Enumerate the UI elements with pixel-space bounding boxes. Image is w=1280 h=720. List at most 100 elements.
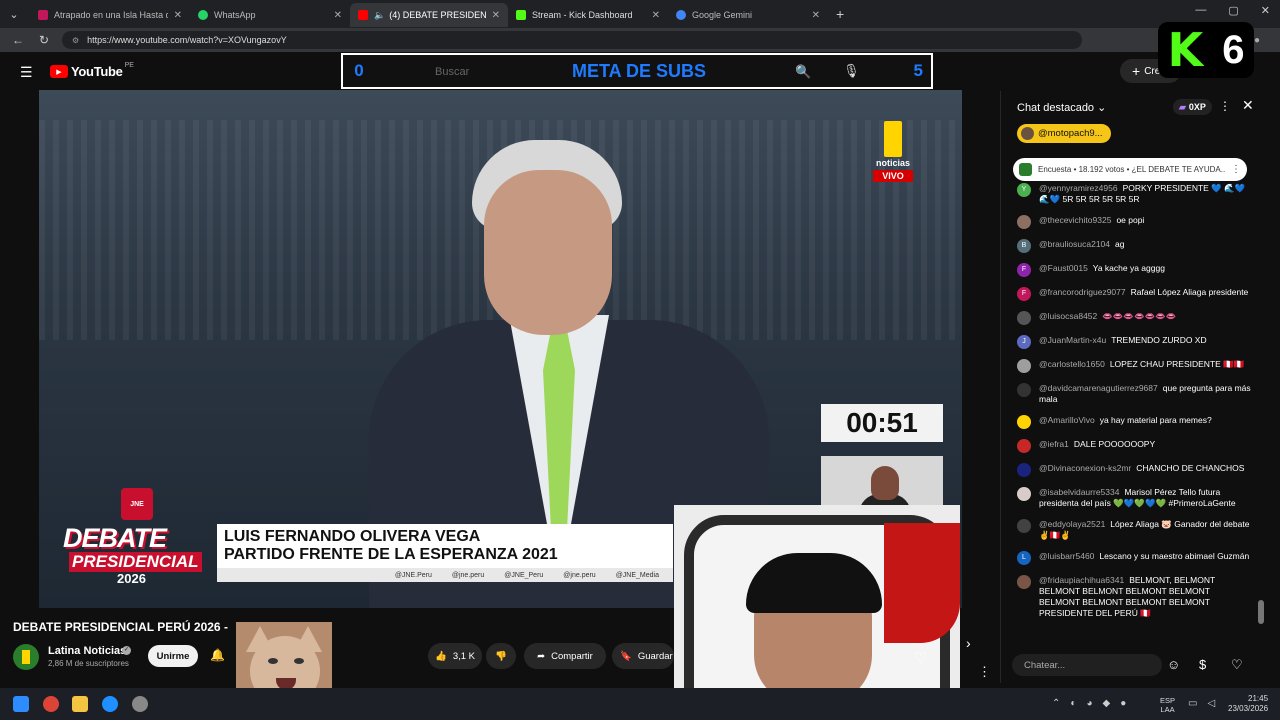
tray-app-icon[interactable]: ◆ bbox=[1102, 698, 1110, 709]
volume-icon[interactable]: ◁ bbox=[1207, 698, 1215, 709]
windows-start-icon[interactable] bbox=[13, 696, 29, 712]
search-icon[interactable]: 🔍 bbox=[795, 64, 811, 80]
avatar[interactable] bbox=[1017, 215, 1031, 229]
browser-tab-4[interactable]: Stream - Kick Dashboard ✕ bbox=[508, 3, 668, 27]
browser-tab-5[interactable]: Google Gemini ✕ bbox=[668, 3, 828, 27]
close-window-icon[interactable]: ✕ bbox=[1261, 4, 1270, 17]
url-field[interactable]: ⚙ https://www.youtube.com/watch?v=XOVung… bbox=[62, 31, 1082, 49]
chat-author[interactable]: @isabelvidaurre5334 bbox=[1039, 487, 1119, 497]
more-options-icon[interactable]: ⋮ bbox=[978, 664, 991, 680]
poll-banner[interactable]: Encuesta • 18.192 votos • ¿EL DEBATE TE … bbox=[1013, 158, 1247, 181]
avatar[interactable]: B bbox=[1017, 239, 1031, 253]
avatar[interactable] bbox=[1017, 575, 1031, 589]
browser-tab-3[interactable]: 🔈 (4) DEBATE PRESIDENCIAL PE ✕ bbox=[350, 3, 508, 27]
xp-badge[interactable]: ▰ 0XP bbox=[1173, 99, 1212, 115]
chat-mode-selector[interactable]: Chat destacado ⌄ bbox=[1017, 101, 1106, 114]
window-controls: — ▢ ✕ bbox=[1195, 4, 1270, 17]
site-info-icon[interactable]: ⚙ bbox=[72, 36, 79, 45]
youtube-logo[interactable]: ▶ YouTube PE bbox=[50, 62, 134, 79]
like-button[interactable]: 👍 3,1 K bbox=[428, 643, 482, 669]
network-icon[interactable]: ▭ bbox=[1188, 698, 1197, 709]
super-chat-icon[interactable]: $ bbox=[1199, 657, 1206, 672]
microphone-icon[interactable]: 🎙 bbox=[843, 63, 860, 79]
chat-author[interactable]: @carlostello1650 bbox=[1039, 359, 1105, 369]
avatar[interactable] bbox=[1017, 359, 1031, 373]
chat-input[interactable]: Chatear... bbox=[1012, 654, 1162, 676]
emoji-icon[interactable]: ☺ bbox=[1167, 657, 1180, 672]
chat-author[interactable]: @brauliosuca2104 bbox=[1039, 239, 1110, 249]
chat-author[interactable]: @davidcamarenagutierrez9687 bbox=[1039, 383, 1158, 393]
dislike-button[interactable]: 👎 bbox=[486, 643, 516, 669]
candidate-lower-third: LUIS FERNANDO OLIVERA VEGA PARTIDO FRENT… bbox=[217, 524, 673, 582]
back-arrow-icon[interactable]: ← bbox=[10, 33, 26, 47]
share-button[interactable]: ➦ Compartir bbox=[524, 643, 606, 669]
chat-author[interactable]: @luisocsa8452 bbox=[1039, 311, 1097, 321]
chat-scrollbar[interactable] bbox=[1258, 160, 1264, 630]
new-tab-plus-icon[interactable]: + bbox=[836, 6, 844, 22]
speaker-icon[interactable]: 🔈 bbox=[374, 10, 385, 21]
close-icon[interactable]: ✕ bbox=[1242, 97, 1254, 114]
avatar[interactable]: J bbox=[1017, 335, 1031, 349]
extension-icon[interactable]: ● bbox=[1254, 35, 1260, 46]
microphone-icon[interactable]: ● bbox=[1120, 698, 1126, 709]
moderator-inset bbox=[821, 456, 943, 508]
chat-author[interactable]: @luisbarr5460 bbox=[1039, 551, 1094, 561]
browser-tab-1[interactable]: Atrapado en una Isla Hasta que C ✕ bbox=[30, 3, 190, 27]
jne-logo: JNE bbox=[121, 488, 153, 520]
close-icon[interactable]: ✕ bbox=[812, 10, 820, 21]
chat-author[interactable]: @iefra1 bbox=[1039, 439, 1069, 449]
close-icon[interactable]: ✕ bbox=[174, 10, 182, 21]
avatar[interactable]: L bbox=[1017, 551, 1031, 565]
chrome-icon[interactable] bbox=[43, 696, 59, 712]
app-icon[interactable] bbox=[132, 696, 148, 712]
browser-tab-2[interactable]: WhatsApp ✕ bbox=[190, 3, 350, 27]
menu-hamburger-icon[interactable]: ☰ bbox=[20, 64, 33, 81]
heart-icon[interactable]: ♡ bbox=[914, 649, 927, 667]
avatar[interactable]: F bbox=[1017, 287, 1031, 301]
chat-author[interactable]: @thecevichito9325 bbox=[1039, 215, 1111, 225]
chevron-up-icon[interactable]: ⌃ bbox=[1052, 698, 1060, 709]
discord-icon[interactable]: ◕ bbox=[1086, 698, 1092, 709]
avatar[interactable] bbox=[1017, 463, 1031, 477]
pinned-user-chip[interactable]: @motopach9... bbox=[1017, 124, 1111, 143]
avatar[interactable] bbox=[1017, 519, 1031, 533]
chat-author[interactable]: @Faust0015 bbox=[1039, 263, 1088, 273]
close-icon[interactable]: ✕ bbox=[492, 10, 500, 21]
avatar[interactable]: Y bbox=[1017, 183, 1031, 197]
chat-author[interactable]: @AmarilloVivo bbox=[1039, 415, 1095, 425]
chat-author[interactable]: @yennyramirez4956 bbox=[1039, 183, 1118, 193]
save-button[interactable]: 🔖 Guardar bbox=[612, 643, 674, 669]
language-indicator[interactable]: ESP LAA bbox=[1160, 696, 1175, 714]
chevron-right-icon[interactable]: › bbox=[966, 635, 971, 651]
close-icon[interactable]: ✕ bbox=[334, 10, 342, 21]
notification-bell-icon[interactable]: 🔔 bbox=[210, 648, 225, 662]
file-explorer-icon[interactable] bbox=[72, 696, 88, 712]
chat-author[interactable]: @fridaupiachihua6341 bbox=[1039, 575, 1124, 585]
maximize-icon[interactable]: ▢ bbox=[1228, 4, 1238, 17]
chat-text: CHANCHO DE CHANCHOS bbox=[1136, 463, 1245, 473]
poll-more-icon[interactable]: ⋮ bbox=[1231, 164, 1241, 175]
heart-icon[interactable]: ♡ bbox=[1231, 657, 1243, 673]
avatar[interactable] bbox=[1017, 487, 1031, 501]
chat-author[interactable]: @eddyolaya2521 bbox=[1039, 519, 1105, 529]
edge-icon[interactable] bbox=[102, 696, 118, 712]
chat-author[interactable]: @JuanMartin-x4u bbox=[1039, 335, 1106, 345]
close-icon[interactable]: ✕ bbox=[652, 10, 660, 21]
minimize-icon[interactable]: — bbox=[1195, 4, 1206, 17]
chat-more-icon[interactable]: ⋮ bbox=[1219, 99, 1231, 113]
avatar[interactable] bbox=[1017, 415, 1031, 429]
taskbar-clock[interactable]: 21:45 23/03/2026 bbox=[1228, 694, 1268, 714]
avatar[interactable]: F bbox=[1017, 263, 1031, 277]
chat-message-body: @AmarilloVivo ya hay material para memes? bbox=[1039, 415, 1212, 426]
join-button[interactable]: Unirme bbox=[148, 645, 198, 667]
chat-author[interactable]: @Divinaconexion-ks2mr bbox=[1039, 463, 1131, 473]
channel-avatar[interactable] bbox=[13, 644, 39, 670]
tab-search-icon[interactable]: ⌄ bbox=[2, 4, 26, 24]
avatar[interactable] bbox=[1017, 383, 1031, 397]
avatar[interactable] bbox=[1017, 439, 1031, 453]
reload-icon[interactable]: ↻ bbox=[36, 33, 52, 47]
tray-app-icon[interactable]: ◐ bbox=[1070, 698, 1076, 709]
channel-name[interactable]: Latina Noticias bbox=[48, 645, 126, 657]
chat-author[interactable]: @francorodriguez9077 bbox=[1039, 287, 1126, 297]
avatar[interactable] bbox=[1017, 311, 1031, 325]
